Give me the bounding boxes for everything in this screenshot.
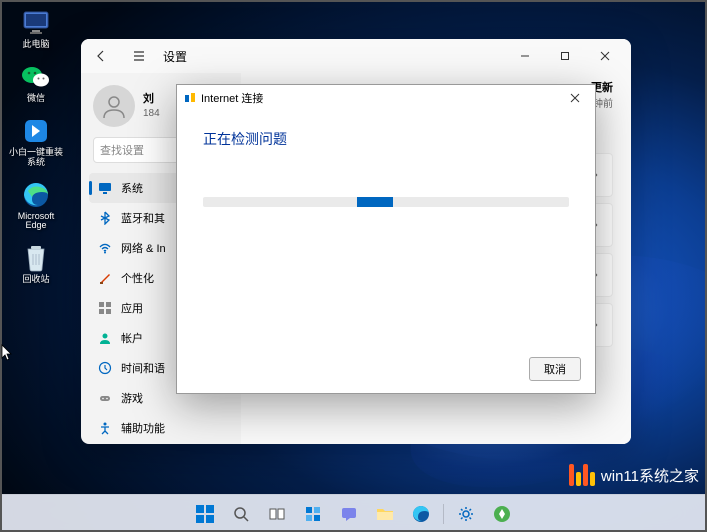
nav-label: 系统 (121, 180, 143, 196)
nav-label: 网络 & In (121, 240, 166, 256)
dialog-title: Internet 连接 (201, 90, 263, 106)
desktop-icons-column: 此电脑 微信 小白一键重装 系统 Microsoft Edge 回收站 (6, 8, 66, 297)
clock-icon (97, 360, 113, 376)
minimize-button[interactable] (505, 42, 545, 70)
apps-icon (97, 300, 113, 316)
nav-label: 个性化 (121, 270, 154, 286)
desktop-icon-recycle-bin[interactable]: 回收站 (6, 243, 66, 285)
bluetooth-icon (97, 210, 113, 226)
search-placeholder: 查找设置 (100, 142, 144, 158)
taskbar (0, 494, 707, 532)
taskbar-search[interactable] (225, 498, 257, 530)
accounts-icon (97, 330, 113, 346)
progress-bar (203, 197, 569, 207)
brush-icon (97, 270, 113, 286)
taskbar-edge[interactable] (405, 498, 437, 530)
desktop-icon-label: 回收站 (22, 275, 49, 285)
nav-accessibility[interactable]: 辅助功能 (89, 413, 233, 443)
desktop-icon-label: 此电脑 (22, 40, 49, 50)
watermark: win11系统之家 (569, 464, 699, 486)
this-pc-icon (21, 8, 51, 38)
system-icon (97, 180, 113, 196)
user-name: 刘 (143, 92, 160, 106)
taskbar-separator (443, 504, 444, 524)
avatar (93, 85, 135, 127)
xiaobai-icon (21, 116, 51, 146)
dialog-titlebar: Internet 连接 (177, 85, 595, 111)
troubleshoot-icon (183, 91, 197, 105)
taskbar-chat[interactable] (333, 498, 365, 530)
nav-label: 蓝牙和其 (121, 210, 165, 226)
maximize-button[interactable] (545, 42, 585, 70)
accessibility-icon (97, 420, 113, 436)
recycle-bin-icon (21, 243, 51, 273)
taskbar-task-view[interactable] (261, 498, 293, 530)
nav-label: 辅助功能 (121, 420, 165, 436)
nav-label: 应用 (121, 300, 143, 316)
settings-titlebar: 设置 (81, 39, 631, 73)
close-button[interactable] (585, 42, 625, 70)
wifi-icon (97, 240, 113, 256)
watermark-text: win11系统之家 (601, 465, 699, 486)
desktop-icon-edge[interactable]: Microsoft Edge (6, 180, 66, 232)
taskbar-widgets[interactable] (297, 498, 329, 530)
desktop-icon-wechat[interactable]: 微信 (6, 62, 66, 104)
progress-fill (357, 197, 394, 207)
dialog-close-button[interactable] (561, 87, 589, 109)
desktop-icon-label: Microsoft Edge (18, 212, 55, 232)
window-title: 设置 (163, 48, 187, 65)
cancel-button[interactable]: 取消 (529, 357, 581, 381)
back-button[interactable] (87, 42, 115, 70)
desktop-icon-this-pc[interactable]: 此电脑 (6, 8, 66, 50)
nav-label: 游戏 (121, 390, 143, 406)
user-email: 184 (143, 107, 160, 120)
nav-label: 时间和语 (121, 360, 165, 376)
taskbar-settings[interactable] (450, 498, 482, 530)
taskbar-explorer[interactable] (369, 498, 401, 530)
nav-label: 帐户 (121, 330, 143, 346)
desktop-icon-xiaobai[interactable]: 小白一键重装 系统 (6, 116, 66, 168)
dialog-heading: 正在检测问题 (203, 129, 569, 149)
desktop-icon-label: 小白一键重装 系统 (9, 148, 63, 168)
start-button[interactable] (189, 498, 221, 530)
taskbar-app[interactable] (486, 498, 518, 530)
gaming-icon (97, 390, 113, 406)
hamburger-icon[interactable] (125, 42, 153, 70)
watermark-logo (569, 464, 595, 486)
wechat-icon (21, 62, 51, 92)
troubleshooter-dialog: Internet 连接 正在检测问题 取消 (176, 84, 596, 394)
edge-icon (21, 180, 51, 210)
desktop-icon-label: 微信 (27, 94, 45, 104)
